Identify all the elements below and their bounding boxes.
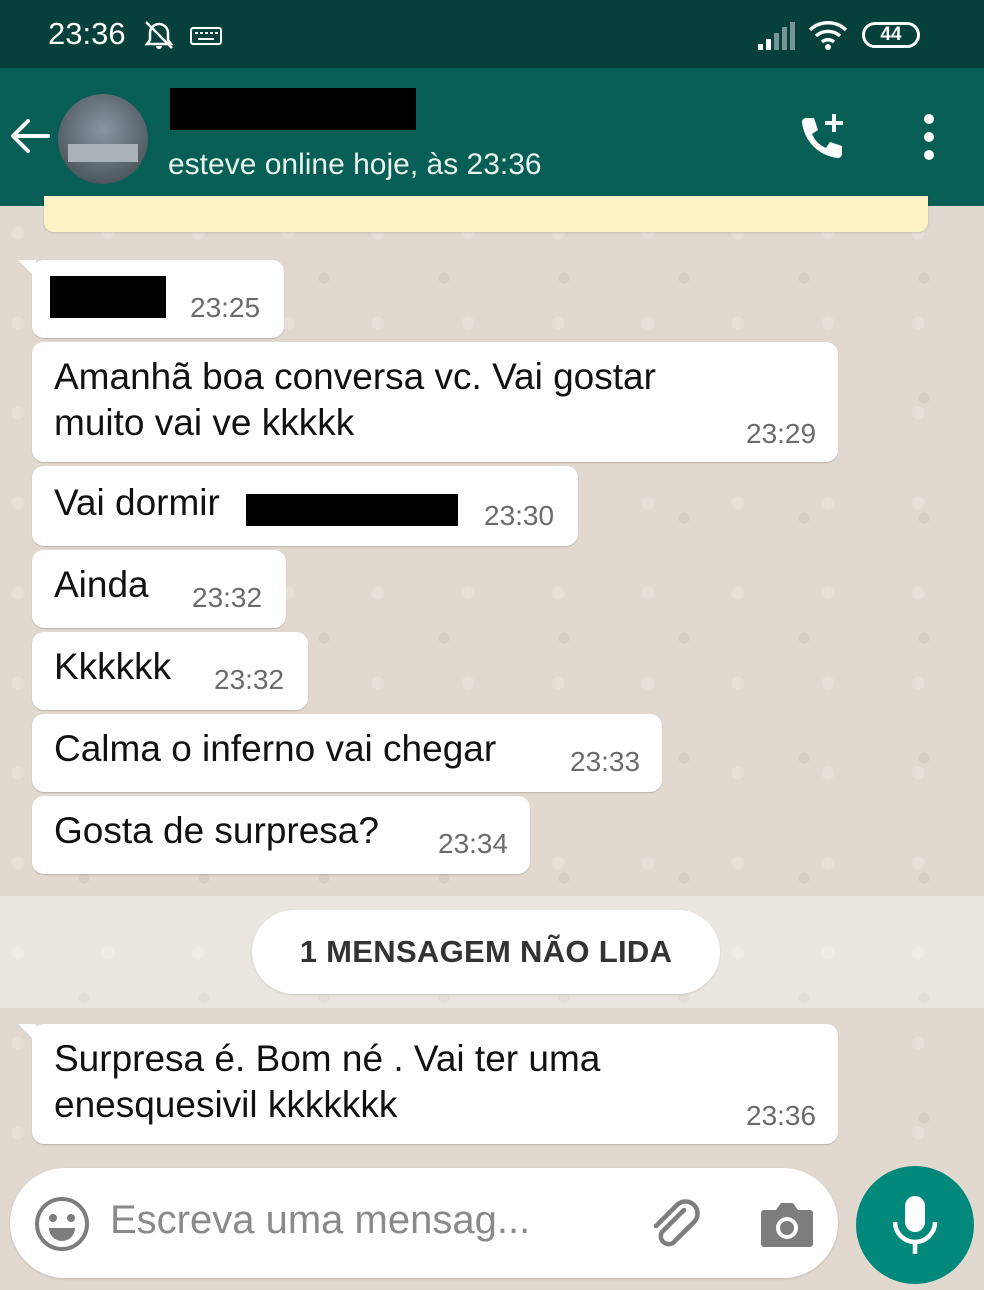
message-text: Surpresa é. Bom né . Vai ter uma enesque… xyxy=(54,1038,601,1125)
message-text: Amanhã boa conversa vc. Vai gostar muito… xyxy=(54,356,656,443)
mic-button[interactable] xyxy=(856,1166,974,1284)
message-bubble[interactable]: Ainda 23:32 xyxy=(32,550,286,628)
signal-icon xyxy=(758,22,795,50)
unread-divider: 1 MENSAGEM NÃO LIDA xyxy=(0,896,984,1008)
redacted-text xyxy=(246,494,458,526)
message-bubble[interactable]: Calma o inferno vai chegar 23:33 xyxy=(32,714,662,792)
message-bubble[interactable]: Amanhã boa conversa vc. Vai gostar muito… xyxy=(32,342,838,462)
unread-count-label: 1 MENSAGEM NÃO LIDA xyxy=(252,910,720,994)
message-text: Calma o inferno vai chegar xyxy=(54,728,497,769)
keyboard-icon xyxy=(190,27,222,45)
add-call-icon[interactable] xyxy=(794,112,848,166)
message-time: 23:34 xyxy=(438,828,509,859)
message-time: 23:29 xyxy=(746,418,817,449)
message-bubble[interactable]: 23:25 xyxy=(18,260,284,338)
message-bubble[interactable]: Surpresa é. Bom né . Vai ter uma enesque… xyxy=(18,1024,838,1144)
message-bubble[interactable]: Gosta de surpresa? 23:34 xyxy=(32,796,530,874)
alarm-off-icon xyxy=(144,21,174,49)
message-input[interactable]: Escreva uma mensag... xyxy=(110,1198,530,1243)
message-time: 23:32 xyxy=(192,582,263,613)
bubble-tail xyxy=(18,1024,36,1042)
status-time: 23:36 xyxy=(48,16,126,51)
message-bubble[interactable]: Kkkkkk 23:32 xyxy=(32,632,308,710)
attach-icon[interactable] xyxy=(646,1196,704,1254)
contact-name-redacted[interactable] xyxy=(170,88,416,130)
mic-icon xyxy=(892,1196,938,1254)
status-bar: 23:36 44 xyxy=(0,0,984,68)
message-text: Vai dormir xyxy=(54,482,220,523)
emoji-icon[interactable] xyxy=(34,1196,90,1252)
message-text: Kkkkkk xyxy=(54,646,172,687)
message-time: 23:25 xyxy=(190,292,261,323)
message-time: 23:33 xyxy=(570,746,641,777)
chat-header: esteve online hoje, às 23:36 xyxy=(0,68,984,206)
encryption-notice[interactable] xyxy=(44,196,928,232)
message-time: 23:30 xyxy=(484,500,555,531)
avatar[interactable] xyxy=(58,94,148,184)
message-bubble[interactable]: Vai dormir 23:30 xyxy=(32,466,578,546)
more-vert-icon[interactable] xyxy=(918,112,940,162)
bubble-tail xyxy=(18,260,36,278)
camera-icon[interactable] xyxy=(758,1198,816,1250)
chat-area[interactable]: 23:25 Amanhã boa conversa vc. Vai gostar… xyxy=(0,196,984,1290)
arrow-back-icon[interactable] xyxy=(8,116,52,156)
wifi-icon xyxy=(808,21,848,50)
last-seen-status: esteve online hoje, às 23:36 xyxy=(168,148,542,181)
message-time: 23:36 xyxy=(746,1100,817,1131)
message-time: 23:32 xyxy=(214,664,285,695)
message-text: Ainda xyxy=(54,564,149,605)
battery-icon: 44 xyxy=(862,22,920,48)
message-composer[interactable]: Escreva uma mensag... xyxy=(10,1168,838,1278)
message-text: Gosta de surpresa? xyxy=(54,810,379,851)
redacted-text xyxy=(50,276,166,318)
